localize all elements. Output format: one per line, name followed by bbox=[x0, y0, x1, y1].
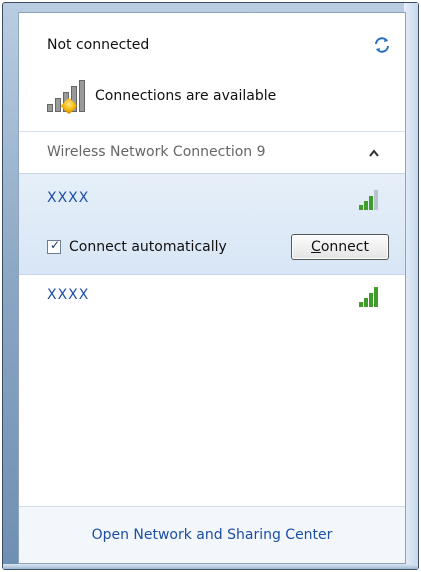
connections-available-label: Connections are available bbox=[95, 88, 277, 104]
section-title: Wireless Network Connection 9 bbox=[47, 144, 266, 160]
connect-button-mnemonic: C bbox=[311, 239, 321, 255]
wifi-signal-icon bbox=[359, 188, 381, 210]
network-item[interactable]: XXXX bbox=[19, 275, 405, 315]
section-header-wireless[interactable]: Wireless Network Connection 9 bbox=[19, 132, 405, 172]
wifi-signal-icon bbox=[359, 285, 381, 307]
frame-edge-bottom bbox=[3, 564, 418, 569]
refresh-icon[interactable] bbox=[372, 35, 392, 55]
check-icon: ✓ bbox=[50, 238, 61, 252]
chevron-up-icon[interactable] bbox=[368, 148, 380, 158]
open-network-sharing-center-link[interactable]: Open Network and Sharing Center bbox=[19, 527, 405, 543]
network-item-selected[interactable]: XXXX ✓ Connect automatically Connect bbox=[19, 173, 405, 275]
connect-automatically-checkbox[interactable]: ✓ bbox=[47, 238, 61, 254]
connect-button-label: onnect bbox=[320, 239, 369, 255]
connection-status-title: Not connected bbox=[47, 37, 150, 53]
frame-edge bbox=[404, 3, 418, 569]
connect-automatically-label[interactable]: Connect automatically bbox=[69, 239, 227, 255]
signal-warning-icon bbox=[47, 80, 89, 115]
network-name: XXXX bbox=[47, 287, 90, 303]
footer: Open Network and Sharing Center bbox=[19, 507, 405, 563]
connect-button[interactable]: Connect bbox=[291, 234, 389, 260]
connection-status-header: Not connected Connections are available bbox=[19, 13, 405, 131]
network-flyout-panel: Not connected Connections are available … bbox=[18, 12, 406, 564]
network-name: XXXX bbox=[47, 190, 90, 206]
